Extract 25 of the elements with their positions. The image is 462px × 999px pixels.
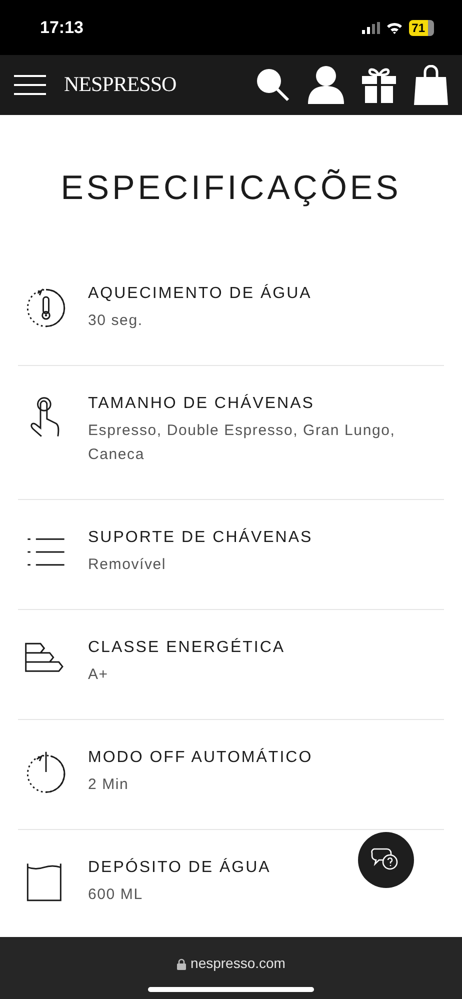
spec-label: CLASSE ENERGÉTICA [88, 637, 286, 658]
wifi-icon [386, 22, 403, 34]
battery-indicator: 71 [408, 20, 434, 36]
brand-logo[interactable]: NESPRESSO [64, 69, 176, 101]
spec-label: SUPORTE DE CHÁVENAS [88, 527, 313, 548]
menu-icon[interactable] [14, 74, 46, 96]
spec-label: DEPÓSITO DE ÁGUA [88, 857, 271, 878]
spec-value: Removível [88, 555, 168, 575]
spec-value: Espresso, Double Espresso, Gran Lungo, Caneca [88, 421, 396, 465]
spec-value: 30 seg. [88, 311, 144, 331]
lock-icon [176, 958, 186, 970]
signal-icon [362, 22, 380, 34]
page-title: ESPECIFICAÇÕES [60, 168, 402, 209]
search-icon[interactable] [256, 68, 290, 102]
shopping-bag-icon[interactable] [414, 65, 448, 105]
spec-label: MODO OFF AUTOMÁTICO [88, 747, 313, 768]
spec-value: 600 ML [88, 885, 144, 905]
url-text[interactable]: nespresso.com [190, 953, 286, 974]
person-icon[interactable] [308, 66, 344, 104]
spec-label: TAMANHO DE CHÁVENAS [88, 393, 316, 414]
spec-value: 2 Min [88, 775, 130, 795]
spec-value: A+ [88, 665, 110, 685]
status-time: 17:13 [40, 16, 84, 39]
gift-icon[interactable] [362, 67, 396, 103]
spec-label: AQUECIMENTO DE ÁGUA [88, 283, 312, 304]
